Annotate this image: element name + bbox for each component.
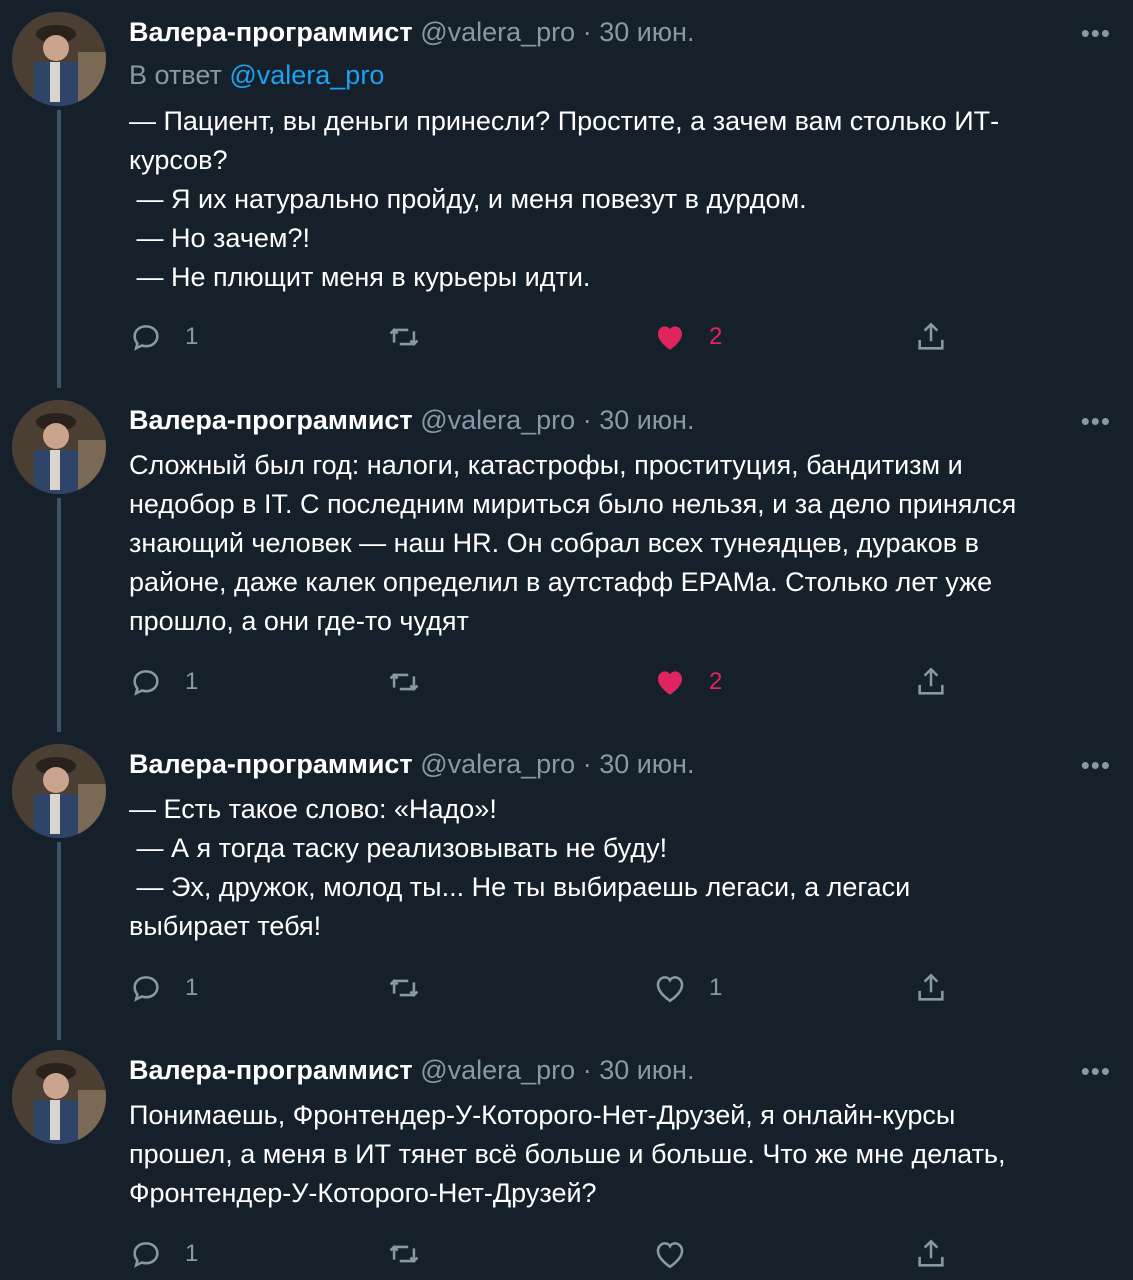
like-button[interactable]: 2 xyxy=(653,662,722,702)
tweet[interactable]: Валера-программист @valera_pro · 30 июн.… xyxy=(0,744,1133,1024)
heart-icon xyxy=(657,326,683,350)
reply-count: 1 xyxy=(185,323,199,350)
like-count: 1 xyxy=(709,974,723,1001)
more-icon[interactable]: ••• xyxy=(1081,1056,1111,1087)
reply-icon xyxy=(133,976,159,1002)
retweet-button[interactable] xyxy=(387,317,443,357)
more-icon[interactable]: ••• xyxy=(1081,18,1111,49)
author-handle[interactable]: @valera_pro xyxy=(420,1055,575,1085)
share-icon xyxy=(918,322,944,350)
author-handle[interactable]: @valera_pro xyxy=(420,405,575,435)
like-button[interactable]: 2 xyxy=(653,317,722,357)
tweet-date[interactable]: · 30 июн. xyxy=(583,749,695,779)
tweet-text: — Есть такое слово: «Надо»! — А я тогда … xyxy=(129,794,911,941)
tweet-text: Понимаешь, Фронтендер-У-Которого-Нет-Дру… xyxy=(129,1100,1006,1208)
retweet-button[interactable] xyxy=(387,662,443,702)
reply-button[interactable]: 1 xyxy=(129,1234,198,1274)
retweet-icon xyxy=(389,979,419,997)
heart-icon xyxy=(657,671,683,695)
tweet[interactable]: Валера-программист @valera_pro · 30 июн.… xyxy=(0,400,1133,720)
like-count: 2 xyxy=(709,668,723,695)
share-button[interactable] xyxy=(914,662,948,702)
tweet[interactable]: Валера-программист @valera_pro · 30 июн.… xyxy=(0,12,1133,372)
reply-button[interactable]: 1 xyxy=(129,968,198,1008)
retweet-button[interactable] xyxy=(387,1234,443,1274)
reply-icon xyxy=(133,670,159,696)
share-icon xyxy=(918,667,944,695)
tweet-header: Валера-программист @valera_pro · 30 июн. xyxy=(129,1055,694,1086)
share-button[interactable] xyxy=(914,968,948,1008)
like-button[interactable]: 1 xyxy=(653,968,722,1008)
tweet-text: Сложный был год: налоги, катастрофы, про… xyxy=(129,450,1017,636)
tweet-header: Валера-программист @valera_pro · 30 июн. xyxy=(129,405,694,436)
share-icon xyxy=(918,1239,944,1267)
reply-count: 1 xyxy=(185,974,199,1001)
tweet-date[interactable]: · 30 июн. xyxy=(583,17,695,47)
avatar[interactable] xyxy=(12,400,106,494)
tweet-header: Валера-программист @valera_pro · 30 июн. xyxy=(129,17,694,48)
like-count: 2 xyxy=(709,323,723,350)
share-icon xyxy=(918,973,944,1001)
tweet-actions: 1 2 xyxy=(129,317,959,357)
share-button[interactable] xyxy=(914,1234,948,1274)
share-button[interactable] xyxy=(914,317,948,357)
like-button[interactable] xyxy=(653,1234,709,1274)
reply-icon xyxy=(133,1242,159,1268)
author-name[interactable]: Валера-программист xyxy=(129,17,413,47)
heart-icon xyxy=(656,1242,684,1269)
reply-count: 1 xyxy=(185,668,199,695)
reply-button[interactable]: 1 xyxy=(129,317,198,357)
tweet-header: Валера-программист @valera_pro · 30 июн. xyxy=(129,749,694,780)
retweet-icon xyxy=(389,328,419,346)
reply-button[interactable]: 1 xyxy=(129,662,198,702)
tweet-date[interactable]: · 30 июн. xyxy=(583,1055,695,1085)
retweet-icon xyxy=(389,1245,419,1263)
author-name[interactable]: Валера-программист xyxy=(129,1055,413,1085)
tweet-actions: 1 2 xyxy=(129,662,959,702)
reply-count: 1 xyxy=(185,1240,199,1267)
retweet-icon xyxy=(389,673,419,691)
author-name[interactable]: Валера-программист xyxy=(129,405,413,435)
tweet[interactable]: Валера-программист @valera_pro · 30 июн.… xyxy=(0,1050,1133,1280)
tweet-date[interactable]: · 30 июн. xyxy=(583,405,695,435)
tweet-actions: 1 xyxy=(129,1234,959,1274)
reply-handle-link[interactable]: @valera_pro xyxy=(229,60,384,90)
more-icon[interactable]: ••• xyxy=(1081,406,1111,437)
author-handle[interactable]: @valera_pro xyxy=(420,17,575,47)
tweet-actions: 1 1 xyxy=(129,968,959,1008)
reply-to: В ответ @valera_pro xyxy=(129,60,384,91)
author-name[interactable]: Валера-программист xyxy=(129,749,413,779)
tweet-text: — Пациент, вы деньги принесли? Простите,… xyxy=(129,106,1000,292)
avatar[interactable] xyxy=(12,744,106,838)
reply-icon xyxy=(133,325,159,351)
reply-prefix: В ответ xyxy=(129,60,222,90)
retweet-button[interactable] xyxy=(387,968,443,1008)
avatar[interactable] xyxy=(12,12,106,106)
heart-icon xyxy=(656,976,684,1003)
more-icon[interactable]: ••• xyxy=(1081,750,1111,781)
avatar[interactable] xyxy=(12,1050,106,1144)
author-handle[interactable]: @valera_pro xyxy=(420,749,575,779)
